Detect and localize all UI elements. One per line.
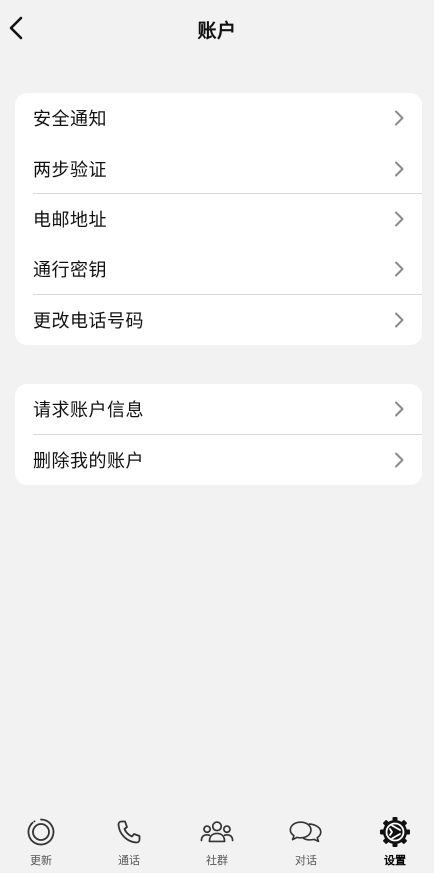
settings-row-two-step-verification[interactable]: 两步验证 [15, 143, 422, 194]
settings-row-security-notifications[interactable]: 安全通知 [15, 93, 422, 143]
chevron-right-icon [394, 160, 406, 178]
nav-label: 对话 [295, 854, 317, 867]
page-title: 账户 [197, 20, 237, 42]
account-settings-screen: 账户 安全通知 两步验证 电邮地址 通行密钥 更改电话号码 请求账户信息 删除我… [0, 0, 434, 873]
header: 账户 [0, 0, 434, 56]
settings-icon [378, 816, 412, 848]
bottom-nav: 更新 通话 社群 对话 设置 [0, 808, 434, 873]
chevron-right-icon [394, 210, 406, 228]
nav-label: 设置 [384, 854, 406, 867]
chevron-right-icon [394, 260, 406, 278]
nav-tab-chats[interactable]: 对话 [271, 816, 341, 872]
updates-icon [24, 816, 58, 848]
chats-icon [289, 816, 323, 848]
nav-tab-updates[interactable]: 更新 [6, 816, 76, 872]
phone-icon [112, 816, 146, 848]
nav-tab-communities[interactable]: 社群 [182, 816, 252, 872]
row-label: 请求账户信息 [33, 400, 144, 422]
chevron-right-icon [394, 109, 406, 127]
settings-row-passkeys[interactable]: 通行密钥 [15, 244, 422, 295]
account-data-group: 请求账户信息 删除我的账户 [15, 384, 422, 485]
settings-row-request-account-info[interactable]: 请求账户信息 [15, 384, 422, 435]
nav-tab-settings[interactable]: 设置 [360, 816, 430, 872]
row-label: 安全通知 [33, 109, 107, 131]
communities-icon [200, 816, 234, 848]
chevron-right-icon [394, 311, 406, 329]
row-label: 更改电话号码 [33, 310, 144, 332]
chevron-right-icon [394, 400, 406, 418]
row-label: 电邮地址 [33, 209, 107, 231]
nav-tab-calls[interactable]: 通话 [94, 816, 164, 872]
account-options-group: 安全通知 两步验证 电邮地址 通行密钥 更改电话号码 [15, 93, 422, 345]
row-label: 两步验证 [33, 159, 107, 181]
nav-label: 更新 [30, 854, 52, 867]
row-label: 通行密钥 [33, 260, 107, 282]
nav-label: 社群 [206, 854, 228, 867]
settings-row-email-address[interactable]: 电邮地址 [15, 194, 422, 244]
settings-row-change-number[interactable]: 更改电话号码 [15, 295, 422, 345]
chevron-right-icon [394, 451, 406, 469]
settings-row-delete-account[interactable]: 删除我的账户 [15, 435, 422, 486]
nav-label: 通话 [118, 854, 140, 867]
row-label: 删除我的账户 [33, 450, 144, 472]
